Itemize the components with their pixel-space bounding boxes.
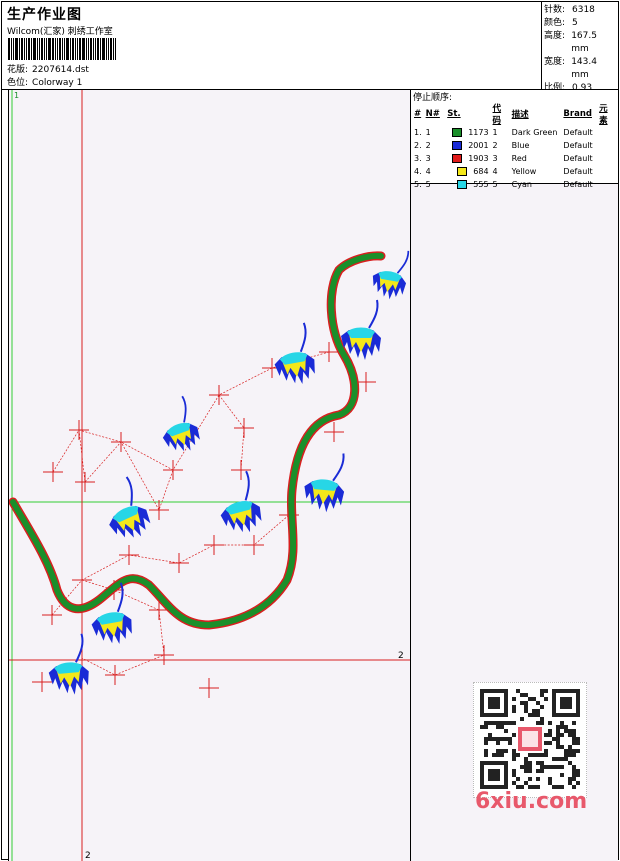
cell-idx: 5. (414, 180, 422, 189)
horizontal-axis-label: 2 (398, 651, 404, 661)
worksheet-frame: 生产作业图 Wilcom(汇家) 刺绣工作室 花版: 2207614.dst 色位… (1, 1, 619, 861)
flower-motif (220, 470, 262, 533)
green-axis-label: 1 (14, 91, 19, 100)
color-swatch (457, 180, 468, 189)
stitch-count-cell: 1173 (445, 126, 490, 139)
col-needle: N# (425, 109, 440, 119)
flower-motif (274, 322, 315, 385)
stitch-count-cell: 684 (445, 165, 490, 178)
cell-n: 5 (425, 180, 431, 189)
design-file-label: 花版: (7, 65, 29, 75)
cell-el (597, 165, 618, 178)
cell-desc: Cyan (511, 180, 532, 189)
col-description: 描述 (511, 110, 529, 120)
colorway-line: 色位: Colorway 1 (7, 75, 82, 88)
needle-crosshairs (32, 342, 376, 698)
stitch-count: 6318 (572, 5, 595, 15)
cell-code: 2 (492, 141, 498, 150)
stop-sequence-table: # N# St. 代码 描述 Brand 元素 1. 1 1173 1 Dark Gre… (412, 102, 618, 191)
cell-idx: 4. (414, 167, 422, 176)
cell-n: 3 (425, 154, 431, 163)
stat-row: 颜色: 5 (544, 18, 578, 28)
cell-idx: 3. (414, 154, 422, 163)
barcode (8, 38, 144, 60)
design-file-value: 2207614.dst (32, 65, 89, 75)
flower-motif (48, 633, 89, 695)
stem-satin (10, 252, 384, 629)
cell-brand: Default (563, 180, 593, 189)
table-header-row: # N# St. 代码 描述 Brand 元素 (412, 102, 618, 126)
page-title: 生产作业图 (7, 7, 82, 23)
cell-code: 5 (492, 180, 498, 189)
cell-idx: 2. (414, 141, 422, 150)
stitch-count-cell: 1903 (445, 152, 490, 165)
color-swatch (457, 167, 468, 176)
cell-el (597, 178, 618, 191)
table-row: 1. 1 1173 1 Dark Green Default (412, 126, 618, 139)
qr-code-image (480, 689, 580, 789)
cell-el (597, 139, 618, 152)
cell-idx: 1. (414, 128, 422, 137)
side-panel: 停止顺序: # N# St. 代码 描述 Brand 元素 1. 1 1173 1 Da… (411, 90, 618, 861)
stop-sequence-panel: 停止顺序: # N# St. 代码 描述 Brand 元素 1. 1 1173 1 Da… (411, 90, 618, 189)
width-value: 143.4 mm (571, 57, 597, 80)
colorway-value: Colorway 1 (32, 78, 83, 88)
cell-n: 2 (425, 141, 431, 150)
vertical-axis-label: 2 (85, 851, 91, 861)
stat-row: 高度: 167.5 mm (544, 30, 616, 56)
colorway-label: 色位: (7, 78, 29, 88)
cell-desc: Dark Green (511, 128, 558, 137)
company-name: Wilcom(汇家) 刺绣工作室 (7, 27, 113, 37)
cell-desc: Blue (511, 141, 530, 150)
col-element: 元素 (599, 104, 608, 126)
flower-motif (162, 395, 200, 452)
flower-motifs (48, 250, 410, 695)
col-stitches: St. (447, 109, 461, 119)
cell-brand: Default (563, 128, 593, 137)
color-swatch (452, 128, 463, 137)
design-file-line: 花版: 2207614.dst (7, 62, 89, 75)
cell-brand: Default (563, 154, 593, 163)
cell-el (597, 152, 618, 165)
cell-desc: Red (511, 154, 527, 163)
table-row: 4. 4 684 4 Yellow Default (412, 165, 618, 178)
stat-row: 针数: 6318 (544, 5, 595, 15)
flower-motif (304, 453, 345, 513)
stitch-count-cell: 2001 (445, 139, 490, 152)
color-swatch (452, 154, 463, 163)
cell-n: 1 (425, 128, 431, 137)
design-stats: 针数: 6318 颜色: 5 高度: 167.5 mm 宽度: 143.4 mm 比例:… (541, 2, 618, 93)
cell-desc: Yellow (511, 167, 537, 176)
qr-code (473, 682, 587, 798)
col-index: # (414, 109, 422, 119)
height-value: 167.5 mm (571, 31, 597, 54)
cell-el (597, 126, 618, 139)
watermark: 6xiu.com (475, 789, 588, 814)
flower-motif (109, 476, 151, 538)
stitch-count-cell: 555 (445, 178, 490, 191)
table-row: 5. 5 555 5 Cyan Default (412, 178, 618, 191)
cell-brand: Default (563, 167, 593, 176)
worksheet-header: 生产作业图 Wilcom(汇家) 刺绣工作室 花版: 2207614.dst 色位… (2, 2, 618, 93)
color-swatch (452, 141, 463, 150)
col-brand: Brand (563, 109, 592, 119)
table-row: 2. 2 2001 2 Blue Default (412, 139, 618, 152)
flower-motif (341, 299, 381, 360)
design-canvas[interactable]: 1 2 2 (8, 90, 411, 861)
stem-outline (9, 251, 386, 630)
cell-code: 3 (492, 154, 498, 163)
cell-n: 4 (425, 167, 431, 176)
cell-code: 4 (492, 167, 498, 176)
stat-row: 宽度: 143.4 mm (544, 56, 616, 82)
cell-code: 1 (492, 128, 498, 137)
color-count: 5 (572, 18, 578, 28)
table-row: 3. 3 1903 3 Red Default (412, 152, 618, 165)
cell-brand: Default (563, 141, 593, 150)
embroidery-preview: 1 2 2 (9, 90, 410, 861)
col-code: 代码 (492, 104, 502, 126)
